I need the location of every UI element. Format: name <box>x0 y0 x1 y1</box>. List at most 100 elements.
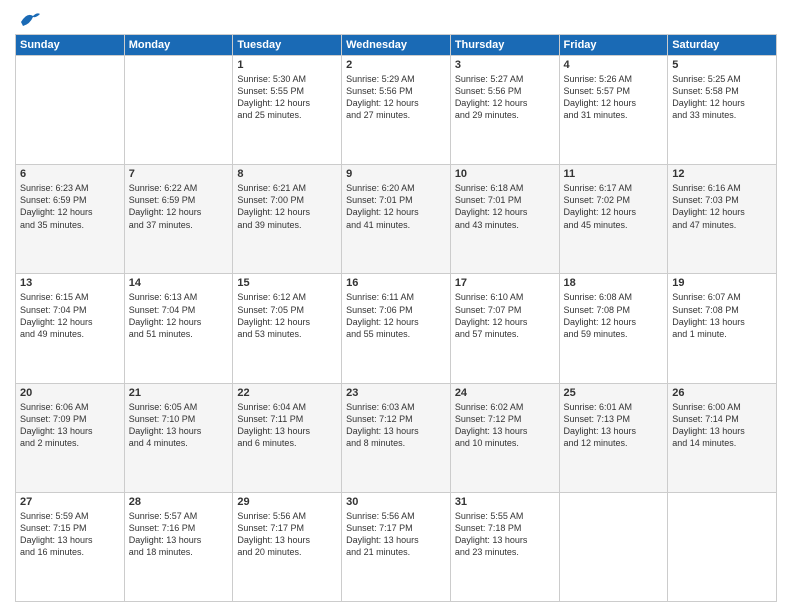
calendar-cell: 3Sunrise: 5:27 AMSunset: 5:56 PMDaylight… <box>450 56 559 165</box>
calendar-cell: 12Sunrise: 6:16 AMSunset: 7:03 PMDayligh… <box>668 165 777 274</box>
day-number: 11 <box>564 168 664 180</box>
cell-content: Sunrise: 6:08 AM <box>564 291 664 303</box>
logo-bird-icon <box>19 10 41 28</box>
cell-content: Sunset: 7:00 PM <box>237 194 337 206</box>
logo <box>15 10 41 28</box>
cell-content: and 4 minutes. <box>129 437 229 449</box>
cell-content: Sunset: 7:06 PM <box>346 304 446 316</box>
cell-content: and 55 minutes. <box>346 328 446 340</box>
cell-content: Sunset: 7:01 PM <box>455 194 555 206</box>
day-number: 19 <box>672 277 772 289</box>
calendar-cell: 14Sunrise: 6:13 AMSunset: 7:04 PMDayligh… <box>124 274 233 383</box>
cell-content: Sunset: 7:03 PM <box>672 194 772 206</box>
cell-content: Daylight: 13 hours <box>20 425 120 437</box>
cell-content: Sunset: 6:59 PM <box>20 194 120 206</box>
day-header-thursday: Thursday <box>450 35 559 56</box>
cell-content: Sunrise: 6:17 AM <box>564 182 664 194</box>
cell-content: Daylight: 12 hours <box>346 316 446 328</box>
cell-content: Daylight: 13 hours <box>564 425 664 437</box>
calendar-cell: 10Sunrise: 6:18 AMSunset: 7:01 PMDayligh… <box>450 165 559 274</box>
cell-content: Sunset: 7:12 PM <box>455 413 555 425</box>
calendar-cell: 6Sunrise: 6:23 AMSunset: 6:59 PMDaylight… <box>16 165 125 274</box>
calendar-cell <box>668 492 777 601</box>
cell-content: Sunrise: 6:21 AM <box>237 182 337 194</box>
calendar-cell: 27Sunrise: 5:59 AMSunset: 7:15 PMDayligh… <box>16 492 125 601</box>
cell-content: and 25 minutes. <box>237 109 337 121</box>
cell-content: and 35 minutes. <box>20 219 120 231</box>
day-header-friday: Friday <box>559 35 668 56</box>
cell-content: and 39 minutes. <box>237 219 337 231</box>
cell-content: and 43 minutes. <box>455 219 555 231</box>
day-header-monday: Monday <box>124 35 233 56</box>
page: SundayMondayTuesdayWednesdayThursdayFrid… <box>0 0 792 612</box>
cell-content: Daylight: 12 hours <box>237 316 337 328</box>
cell-content: and 14 minutes. <box>672 437 772 449</box>
cell-content: and 6 minutes. <box>237 437 337 449</box>
calendar-cell: 16Sunrise: 6:11 AMSunset: 7:06 PMDayligh… <box>342 274 451 383</box>
calendar-cell: 25Sunrise: 6:01 AMSunset: 7:13 PMDayligh… <box>559 383 668 492</box>
cell-content: Sunset: 5:56 PM <box>346 85 446 97</box>
calendar-week-row: 13Sunrise: 6:15 AMSunset: 7:04 PMDayligh… <box>16 274 777 383</box>
cell-content: and 33 minutes. <box>672 109 772 121</box>
calendar-cell: 13Sunrise: 6:15 AMSunset: 7:04 PMDayligh… <box>16 274 125 383</box>
cell-content: and 47 minutes. <box>672 219 772 231</box>
cell-content: Daylight: 12 hours <box>672 206 772 218</box>
calendar-cell: 29Sunrise: 5:56 AMSunset: 7:17 PMDayligh… <box>233 492 342 601</box>
calendar-week-row: 6Sunrise: 6:23 AMSunset: 6:59 PMDaylight… <box>16 165 777 274</box>
cell-content: Sunrise: 5:57 AM <box>129 510 229 522</box>
day-number: 30 <box>346 496 446 508</box>
calendar-cell: 19Sunrise: 6:07 AMSunset: 7:08 PMDayligh… <box>668 274 777 383</box>
day-number: 27 <box>20 496 120 508</box>
cell-content: Sunrise: 6:06 AM <box>20 401 120 413</box>
cell-content: Sunrise: 6:13 AM <box>129 291 229 303</box>
cell-content: Sunrise: 6:20 AM <box>346 182 446 194</box>
cell-content: Sunrise: 5:29 AM <box>346 73 446 85</box>
cell-content: Sunset: 7:05 PM <box>237 304 337 316</box>
cell-content: Daylight: 13 hours <box>455 534 555 546</box>
cell-content: and 16 minutes. <box>20 546 120 558</box>
cell-content: and 31 minutes. <box>564 109 664 121</box>
calendar-cell: 5Sunrise: 5:25 AMSunset: 5:58 PMDaylight… <box>668 56 777 165</box>
cell-content: Sunset: 7:01 PM <box>346 194 446 206</box>
cell-content: and 2 minutes. <box>20 437 120 449</box>
cell-content: Sunset: 7:02 PM <box>564 194 664 206</box>
cell-content: Sunset: 7:04 PM <box>129 304 229 316</box>
cell-content: Daylight: 12 hours <box>455 206 555 218</box>
calendar-cell <box>124 56 233 165</box>
day-number: 17 <box>455 277 555 289</box>
day-number: 13 <box>20 277 120 289</box>
cell-content: Sunrise: 5:26 AM <box>564 73 664 85</box>
day-number: 31 <box>455 496 555 508</box>
day-number: 23 <box>346 387 446 399</box>
cell-content: and 49 minutes. <box>20 328 120 340</box>
calendar-cell: 15Sunrise: 6:12 AMSunset: 7:05 PMDayligh… <box>233 274 342 383</box>
calendar-cell: 21Sunrise: 6:05 AMSunset: 7:10 PMDayligh… <box>124 383 233 492</box>
cell-content: Sunset: 7:17 PM <box>346 522 446 534</box>
cell-content: Daylight: 13 hours <box>237 425 337 437</box>
cell-content: and 29 minutes. <box>455 109 555 121</box>
cell-content: Daylight: 13 hours <box>672 316 772 328</box>
cell-content: Sunrise: 5:30 AM <box>237 73 337 85</box>
day-number: 1 <box>237 59 337 71</box>
day-number: 20 <box>20 387 120 399</box>
cell-content: Sunrise: 5:55 AM <box>455 510 555 522</box>
cell-content: Daylight: 13 hours <box>20 534 120 546</box>
calendar-cell <box>559 492 668 601</box>
cell-content: Sunrise: 6:01 AM <box>564 401 664 413</box>
cell-content: Sunset: 7:04 PM <box>20 304 120 316</box>
cell-content: Sunset: 7:15 PM <box>20 522 120 534</box>
day-header-saturday: Saturday <box>668 35 777 56</box>
calendar-cell: 2Sunrise: 5:29 AMSunset: 5:56 PMDaylight… <box>342 56 451 165</box>
day-number: 24 <box>455 387 555 399</box>
cell-content: Sunrise: 6:23 AM <box>20 182 120 194</box>
day-number: 2 <box>346 59 446 71</box>
calendar-cell: 4Sunrise: 5:26 AMSunset: 5:57 PMDaylight… <box>559 56 668 165</box>
cell-content: and 53 minutes. <box>237 328 337 340</box>
calendar-week-row: 20Sunrise: 6:06 AMSunset: 7:09 PMDayligh… <box>16 383 777 492</box>
header <box>15 10 777 28</box>
calendar-cell: 31Sunrise: 5:55 AMSunset: 7:18 PMDayligh… <box>450 492 559 601</box>
cell-content: Sunset: 7:12 PM <box>346 413 446 425</box>
calendar-cell: 20Sunrise: 6:06 AMSunset: 7:09 PMDayligh… <box>16 383 125 492</box>
cell-content: and 57 minutes. <box>455 328 555 340</box>
calendar-cell: 8Sunrise: 6:21 AMSunset: 7:00 PMDaylight… <box>233 165 342 274</box>
